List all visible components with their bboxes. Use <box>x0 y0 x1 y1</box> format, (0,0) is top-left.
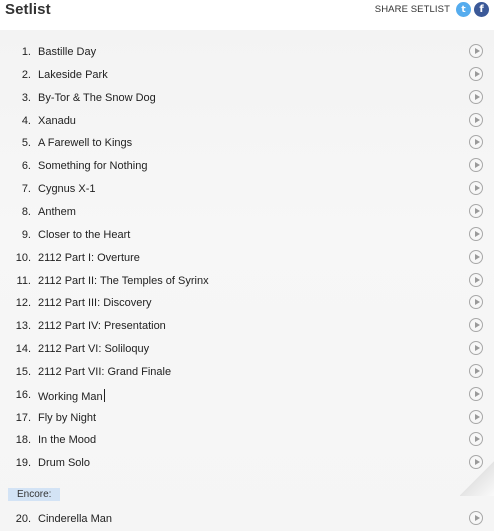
song-name[interactable]: Working Man <box>38 389 105 403</box>
play-circle-icon[interactable] <box>469 135 483 149</box>
song-row[interactable]: 7. Cygnus X-1 <box>0 179 494 201</box>
song-name[interactable]: 2112 Part II: The Temples of Syrinx <box>38 275 209 287</box>
song-row[interactable]: 8. Anthem <box>0 202 494 224</box>
song-number: 2. <box>21 69 31 81</box>
song-row[interactable]: 13. 2112 Part IV: Presentation <box>0 316 494 338</box>
play-circle-icon[interactable] <box>469 511 483 525</box>
song-name[interactable]: Fly by Night <box>38 412 96 424</box>
song-number: 3. <box>21 92 31 104</box>
play-circle-icon[interactable] <box>469 113 483 127</box>
play-circle-icon[interactable] <box>469 67 483 81</box>
play-circle-icon[interactable] <box>469 250 483 264</box>
song-number: 11. <box>16 275 31 287</box>
song-name[interactable]: 2112 Part III: Discovery <box>38 297 152 309</box>
play-circle-icon[interactable] <box>469 158 483 172</box>
song-name[interactable]: 2112 Part VII: Grand Finale <box>38 366 171 378</box>
song-number: 18. <box>15 434 31 446</box>
song-row[interactable]: 9. Closer to the Heart <box>0 225 494 247</box>
song-number: 8. <box>21 206 31 218</box>
song-name[interactable]: 2112 Part I: Overture <box>38 252 140 264</box>
song-name[interactable]: Cinderella Man <box>38 513 112 525</box>
song-row[interactable]: 10. 2112 Part I: Overture <box>0 248 494 270</box>
play-circle-icon[interactable] <box>469 295 483 309</box>
share-setlist-label: SHARE SETLIST <box>374 4 450 15</box>
song-number: 9. <box>21 229 31 241</box>
song-row[interactable]: 16. Working Man <box>0 385 494 407</box>
song-number: 15. <box>15 366 31 378</box>
song-number: 1. <box>21 46 31 58</box>
song-row[interactable]: 4. Xanadu <box>0 111 494 133</box>
song-name[interactable]: Drum Solo <box>38 457 90 469</box>
setlist-page: Setlist SHARE SETLIST t f 1. Bastille Day… <box>0 0 494 531</box>
play-circle-icon[interactable] <box>469 273 483 287</box>
song-number: 12. <box>15 297 31 309</box>
song-number: 20. <box>15 513 31 525</box>
song-number: 17. <box>15 412 31 424</box>
song-row[interactable]: 14. 2112 Part VI: Soliloquy <box>0 339 494 361</box>
song-number: 10. <box>15 252 31 264</box>
play-circle-icon[interactable] <box>469 44 483 58</box>
song-row[interactable]: 3. By-Tor & The Snow Dog <box>0 88 494 110</box>
play-circle-icon[interactable] <box>469 204 483 218</box>
song-name[interactable]: A Farewell to Kings <box>38 137 132 149</box>
song-name[interactable]: Anthem <box>38 206 76 218</box>
song-name[interactable]: Something for Nothing <box>38 160 147 172</box>
song-number: 16. <box>15 389 31 401</box>
play-circle-icon[interactable] <box>469 364 483 378</box>
song-number: 5. <box>21 137 31 149</box>
page-title: Setlist <box>5 1 51 18</box>
song-number: 4. <box>21 115 31 127</box>
song-row[interactable]: 11. 2112 Part II: The Temples of Syrinx <box>0 271 494 293</box>
song-number: 7. <box>21 183 31 195</box>
song-name[interactable]: Closer to the Heart <box>38 229 130 241</box>
song-row[interactable]: 15. 2112 Part VII: Grand Finale <box>0 362 494 384</box>
share-setlist: SHARE SETLIST t f <box>375 2 489 17</box>
song-row[interactable]: 12. 2112 Part III: Discovery <box>0 293 494 315</box>
song-row[interactable]: 19. Drum Solo <box>0 453 494 475</box>
song-name[interactable]: 2112 Part IV: Presentation <box>38 320 166 332</box>
song-name[interactable]: In the Mood <box>38 434 96 446</box>
song-number: 19. <box>15 457 31 469</box>
song-row[interactable]: 17. Fly by Night <box>0 408 494 430</box>
song-row[interactable]: 18. In the Mood <box>0 430 494 452</box>
song-name[interactable]: Bastille Day <box>38 46 96 58</box>
song-row[interactable]: 1. Bastille Day <box>0 42 494 64</box>
song-number: 14. <box>15 343 31 355</box>
play-circle-icon[interactable] <box>469 455 483 469</box>
play-circle-icon[interactable] <box>469 387 483 401</box>
song-name[interactable]: By-Tor & The Snow Dog <box>38 92 156 104</box>
twitter-icon[interactable]: t <box>456 2 471 17</box>
play-circle-icon[interactable] <box>469 227 483 241</box>
song-name[interactable]: Xanadu <box>38 115 76 127</box>
song-number: 6. <box>21 160 31 172</box>
song-row[interactable]: 2. Lakeside Park <box>0 65 494 87</box>
song-name[interactable]: Cygnus X-1 <box>38 183 95 195</box>
encore-label: Encore: <box>8 488 61 501</box>
play-circle-icon[interactable] <box>469 181 483 195</box>
song-name[interactable]: Lakeside Park <box>38 69 108 81</box>
song-name[interactable]: 2112 Part VI: Soliloquy <box>38 343 149 355</box>
play-circle-icon[interactable] <box>469 90 483 104</box>
facebook-icon[interactable]: f <box>474 2 489 17</box>
song-row[interactable]: 5. A Farewell to Kings <box>0 133 494 155</box>
song-row[interactable]: 20. Cinderella Man <box>0 509 494 531</box>
play-circle-icon[interactable] <box>469 410 483 424</box>
play-circle-icon[interactable] <box>469 432 483 446</box>
text-cursor <box>103 389 105 402</box>
play-circle-icon[interactable] <box>469 318 483 332</box>
play-circle-icon[interactable] <box>469 341 483 355</box>
setlist-header: Setlist SHARE SETLIST t f <box>0 0 494 26</box>
song-row[interactable]: 6. Something for Nothing <box>0 156 494 178</box>
song-number: 13. <box>15 320 31 332</box>
